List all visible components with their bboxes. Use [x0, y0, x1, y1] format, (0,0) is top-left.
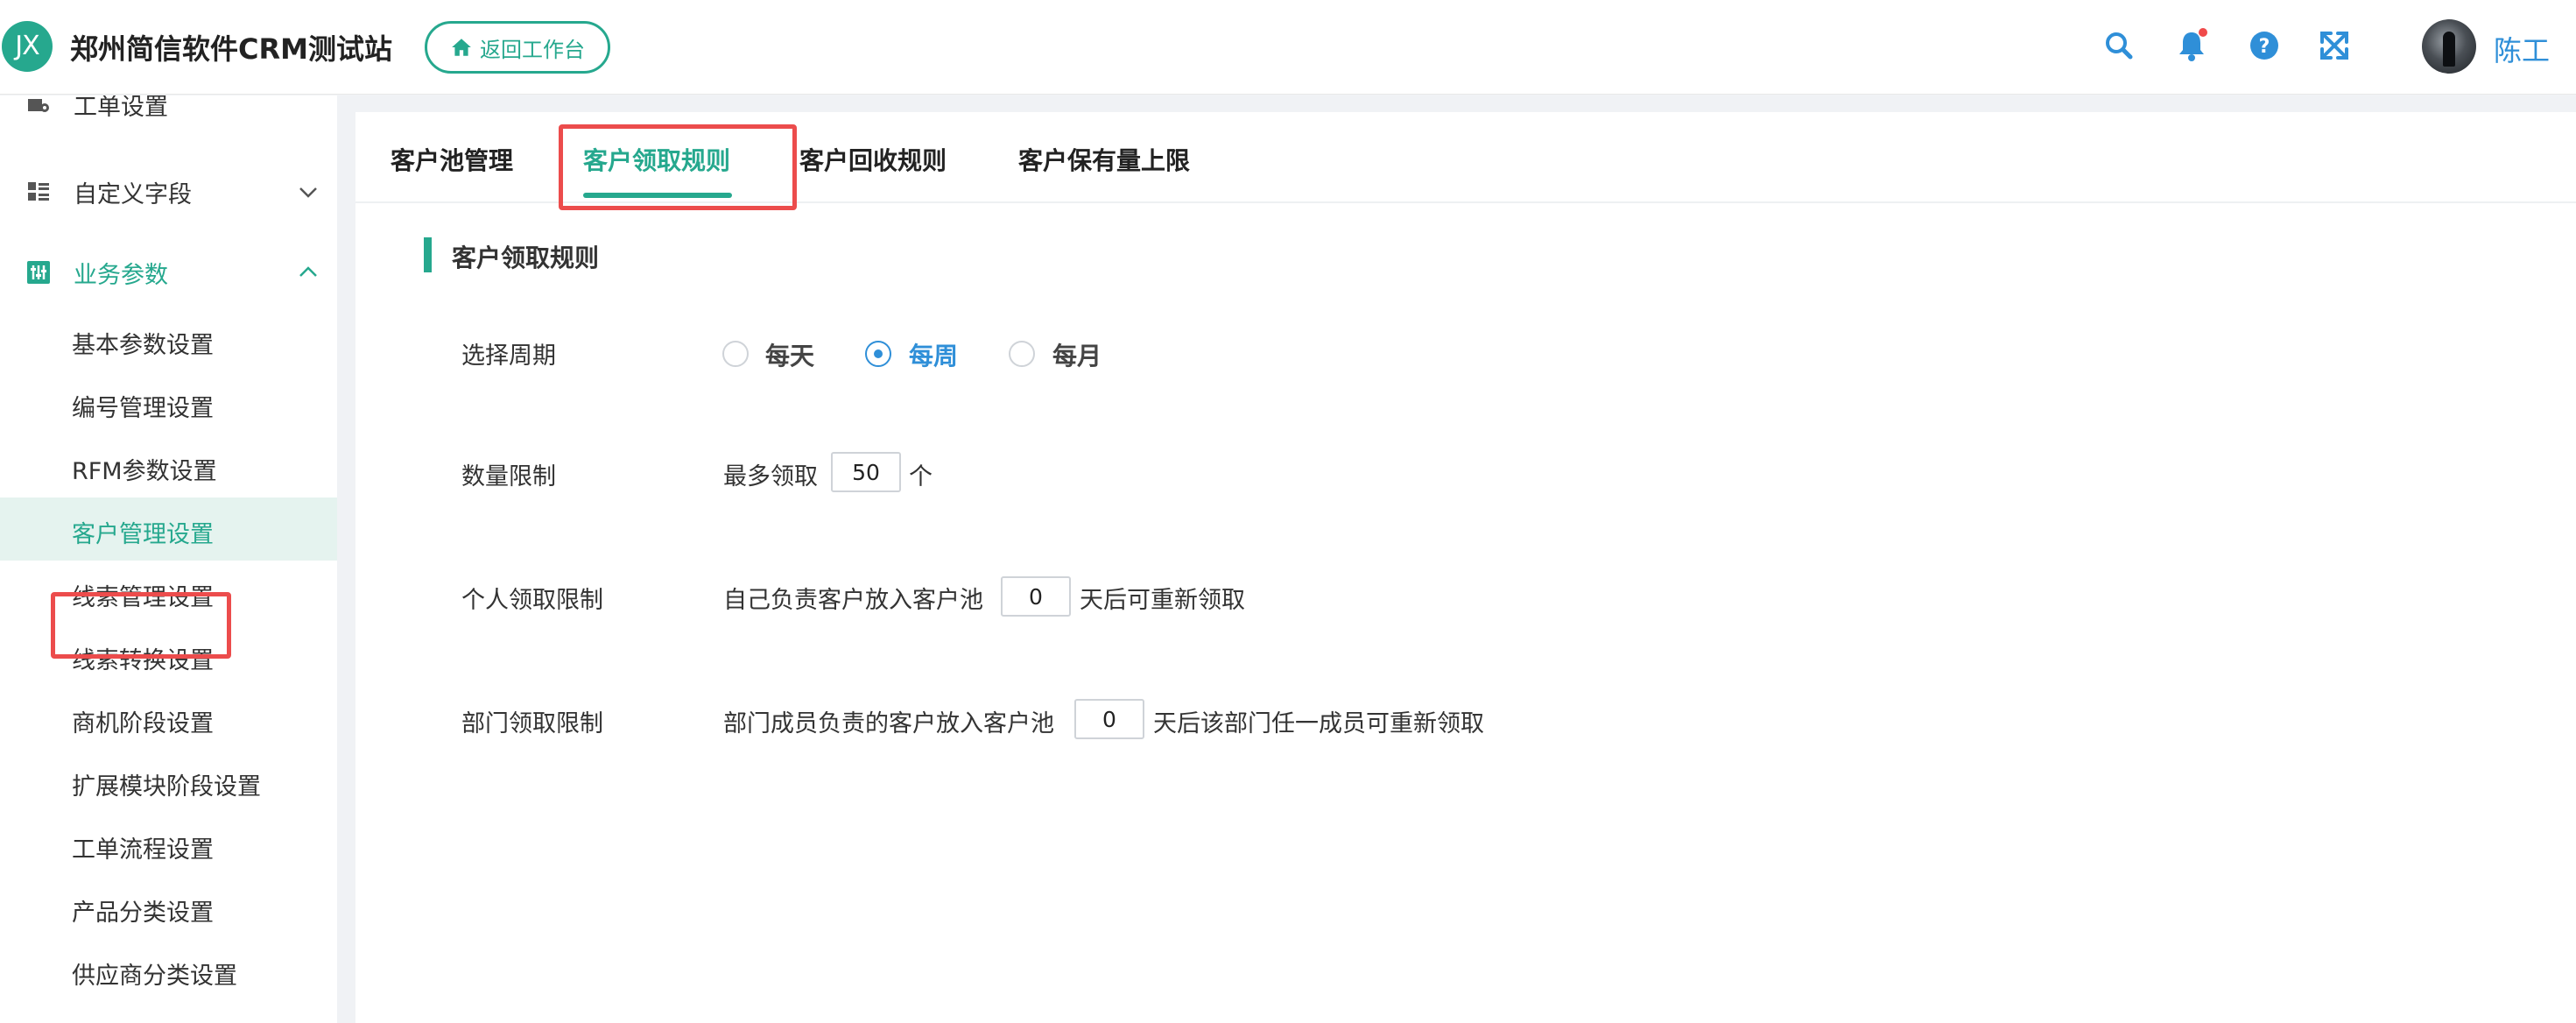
personal-prefix: 自己负责客户放入客户池: [723, 587, 983, 614]
sidebar-item-label: RFM参数设置: [72, 458, 217, 485]
department-suffix: 天后该部门任一成员可重新领取: [1153, 710, 1484, 737]
list-icon: [28, 182, 49, 201]
sidebar-item-label: 产品分类设置: [72, 900, 214, 927]
sidebar-group-work-order[interactable]: 工单设置: [0, 95, 337, 131]
sidebar-group-label: 工单设置: [74, 95, 168, 121]
sidebar-item-label: 客户管理设置: [72, 521, 214, 548]
help-icon[interactable]: ?: [2247, 28, 2282, 63]
sidebar-item-basic-params[interactable]: 基本参数设置: [0, 308, 337, 371]
quantity-prefix: 最多领取: [723, 463, 818, 490]
sidebar-item-label: 供应商分类设置: [72, 963, 237, 990]
sidebar-group-label: 自定义字段: [74, 180, 192, 208]
quantity-input[interactable]: [831, 452, 901, 492]
user-name[interactable]: 陈工: [2494, 29, 2550, 69]
personal-limit-label: 个人领取限制: [461, 587, 603, 614]
quantity-limit-label: 数量限制: [461, 463, 556, 490]
user-avatar[interactable]: [2422, 19, 2476, 74]
chevron-down-icon: [299, 187, 317, 198]
personal-suffix: 天后可重新领取: [1080, 587, 1245, 614]
sidebar-item-product-category[interactable]: 产品分类设置: [0, 876, 337, 939]
notification-badge: [2199, 28, 2207, 37]
department-limit-label: 部门领取限制: [461, 710, 603, 737]
tab-recycle-rules[interactable]: 客户回收规则: [799, 142, 947, 177]
tab-holding-limit[interactable]: 客户保有量上限: [1018, 142, 1190, 177]
sidebar-item-customer-management[interactable]: 客户管理设置: [0, 497, 337, 561]
radio-weekly[interactable]: [865, 341, 891, 367]
top-header: JX 郑州简信软件CRM测试站 返回工作台 ? 陈工: [0, 0, 2576, 95]
main-panel: 客户池管理 客户领取规则 客户回收规则 客户保有量上限 客户领取规则 选择周期 …: [355, 112, 2576, 1023]
radio-monthly[interactable]: [1009, 341, 1035, 367]
department-days-input[interactable]: [1074, 699, 1144, 739]
highlight-box: [559, 124, 797, 210]
sidebar-group-custom-fields[interactable]: 自定义字段: [0, 166, 337, 218]
radio-daily-label[interactable]: 每天: [765, 337, 814, 372]
personal-days-input[interactable]: [1001, 576, 1071, 617]
chevron-up-icon: [299, 266, 317, 277]
period-label: 选择周期: [461, 342, 556, 370]
sliders-icon: [27, 261, 50, 284]
sidebar-item-label: 商机阶段设置: [72, 710, 214, 737]
radio-daily[interactable]: [722, 341, 749, 367]
sidebar-item-label: 基本参数设置: [72, 332, 214, 359]
section-accent-bar: [424, 237, 432, 272]
quantity-suffix: 个: [909, 463, 933, 490]
sidebar-item-numbering[interactable]: 编号管理设置: [0, 371, 337, 434]
sidebar-item-opportunity-stage[interactable]: 商机阶段设置: [0, 687, 337, 750]
app-title: 郑州简信软件CRM测试站: [70, 32, 392, 66]
app-logo[interactable]: JX: [2, 21, 53, 72]
settings-icon: [28, 99, 49, 112]
sidebar-item-label: 编号管理设置: [72, 395, 214, 422]
tab-customer-pool[interactable]: 客户池管理: [391, 142, 513, 177]
search-icon[interactable]: [2101, 28, 2136, 63]
back-to-workbench-button[interactable]: 返回工作台: [425, 21, 610, 74]
radio-weekly-label[interactable]: 每周: [909, 337, 958, 372]
highlight-box: [51, 592, 231, 659]
bell-icon[interactable]: [2174, 28, 2209, 63]
sidebar-item-rfm[interactable]: RFM参数设置: [0, 434, 337, 497]
home-icon: [452, 39, 471, 56]
fullscreen-icon[interactable]: [2317, 28, 2352, 63]
radio-monthly-label[interactable]: 每月: [1052, 337, 1101, 372]
sidebar-group-label: 业务参数: [74, 261, 168, 289]
department-prefix: 部门成员负责的客户放入客户池: [723, 710, 1054, 737]
sidebar-item-work-order-flow[interactable]: 工单流程设置: [0, 813, 337, 876]
sidebar-item-supplier-category[interactable]: 供应商分类设置: [0, 939, 337, 1002]
back-to-workbench-label: 返回工作台: [480, 37, 585, 62]
sidebar-group-business-params[interactable]: 业务参数: [0, 246, 337, 299]
tab-bar: 客户池管理 客户领取规则 客户回收规则 客户保有量上限: [355, 112, 2576, 210]
sidebar-item-label: 扩展模块阶段设置: [72, 773, 261, 801]
section-title: 客户领取规则: [452, 243, 600, 272]
sidebar-item-label: 工单流程设置: [72, 836, 214, 864]
sidebar: 工单设置 自定义字段 业务参数 基本参数设置 编号管理设置 RFM参数设置 客户…: [0, 95, 337, 1023]
sidebar-item-extension-stage[interactable]: 扩展模块阶段设置: [0, 750, 337, 813]
svg-text:?: ?: [2259, 36, 2270, 58]
